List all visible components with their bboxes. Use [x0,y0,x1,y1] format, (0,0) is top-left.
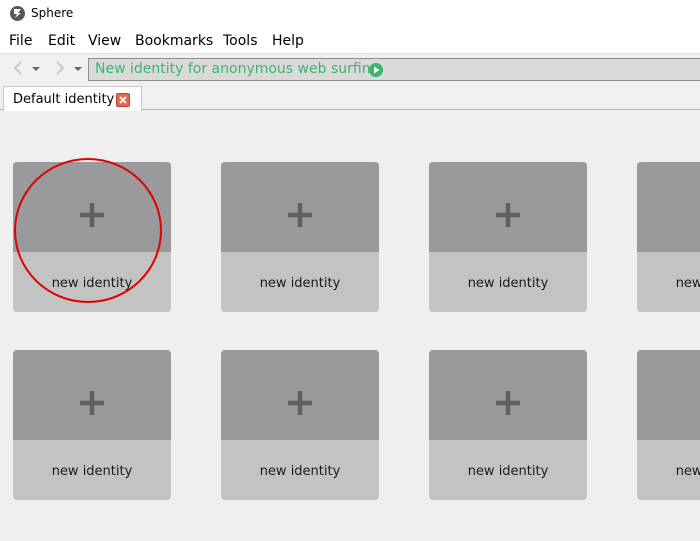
new-identity-card[interactable]: new identity [221,162,379,312]
plus-icon [77,388,107,418]
plus-icon [493,200,523,230]
card-label: new identity [675,276,700,291]
address-text: New identity for anonymous web surfing [95,61,380,77]
card-label: new identity [675,464,700,479]
play-icon[interactable] [369,63,383,77]
card-label: new identity [467,276,549,291]
card-label: new identity [467,464,549,479]
new-identity-card[interactable]: new identity [637,162,700,312]
sphere-app-icon [10,6,25,21]
card-label: new identity [51,276,133,291]
new-identity-card[interactable]: new identity [637,350,700,500]
card-footer: new identity [13,440,171,500]
plus-icon [77,200,107,230]
menu-file[interactable]: File [9,33,32,49]
close-icon[interactable] [116,93,130,107]
tab-label: Default identity [13,92,115,107]
card-thumbnail [13,162,171,252]
card-thumbnail [637,162,700,252]
forward-history-chevron-down-icon[interactable] [72,60,84,76]
card-footer: new identity [637,440,700,500]
card-thumbnail [429,162,587,252]
card-footer: new identity [429,440,587,500]
card-thumbnail [13,350,171,440]
card-label: new identity [51,464,133,479]
menu-view[interactable]: View [88,33,121,49]
tab-bar: Default identity [0,84,700,111]
new-identity-card[interactable]: new identity [13,350,171,500]
plus-icon [285,200,315,230]
card-footer: new identity [13,252,171,312]
menu-tools[interactable]: Tools [223,33,258,49]
menu-bar: File Edit View Bookmarks Tools Help [0,28,700,53]
card-footer: new identity [221,252,379,312]
card-label: new identity [259,464,341,479]
new-identity-card[interactable]: new identity [429,350,587,500]
back-history-chevron-down-icon[interactable] [30,60,42,76]
address-bar[interactable]: New identity for anonymous web surfing [88,58,700,81]
card-footer: new identity [637,252,700,312]
back-icon[interactable] [10,60,26,76]
tab-default-identity[interactable]: Default identity [3,86,142,111]
card-thumbnail [429,350,587,440]
plus-icon [493,388,523,418]
menu-help[interactable]: Help [272,33,304,49]
window-title: Sphere [31,6,74,20]
title-bar: Sphere [0,0,700,28]
identity-grid: new identity new identity new identity n… [0,111,700,541]
new-identity-card[interactable]: new identity [13,162,171,312]
new-identity-card[interactable]: new identity [221,350,379,500]
plus-icon [285,388,315,418]
card-footer: new identity [429,252,587,312]
card-footer: new identity [221,440,379,500]
card-thumbnail [637,350,700,440]
navigation-bar: New identity for anonymous web surfing [0,53,700,83]
new-identity-card[interactable]: new identity [429,162,587,312]
card-thumbnail [221,162,379,252]
menu-edit[interactable]: Edit [48,33,75,49]
menu-bookmarks[interactable]: Bookmarks [135,33,213,49]
forward-icon[interactable] [52,60,68,76]
card-thumbnail [221,350,379,440]
card-label: new identity [259,276,341,291]
